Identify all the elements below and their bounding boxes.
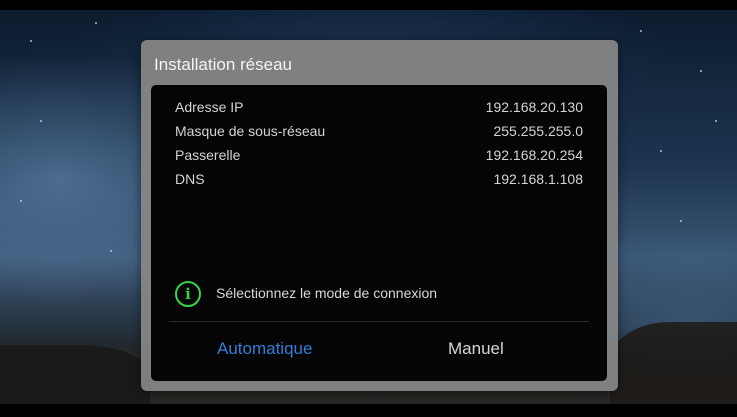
network-info-panel: Adresse IP 192.168.20.130 Masque de sous… [151, 85, 607, 381]
manual-button[interactable]: Manuel [448, 339, 504, 367]
screen: Installation réseau Adresse IP 192.168.2… [0, 0, 737, 417]
subnet-mask-value: 255.255.255.0 [493, 123, 583, 139]
hint-text: Sélectionnez le mode de connexion [216, 285, 438, 301]
dialog-title: Installation réseau [154, 55, 292, 74]
divider [169, 321, 589, 322]
letterbox-bottom [0, 404, 737, 417]
dns-label: DNS [175, 171, 205, 187]
automatic-button[interactable]: Automatique [217, 339, 312, 367]
subnet-mask-label: Masque de sous-réseau [175, 123, 326, 139]
gateway-row: Passerelle 192.168.20.254 [175, 147, 583, 169]
connection-mode-hint: i Sélectionnez le mode de connexion [175, 281, 595, 309]
background-rock-right [610, 322, 737, 404]
ip-address-row: Adresse IP 192.168.20.130 [175, 99, 583, 121]
ip-address-value: 192.168.20.130 [485, 99, 583, 115]
gateway-value: 192.168.20.254 [485, 147, 583, 163]
dns-value: 192.168.1.108 [493, 171, 583, 187]
subnet-mask-row: Masque de sous-réseau 255.255.255.0 [175, 123, 583, 145]
ip-address-label: Adresse IP [175, 99, 244, 115]
letterbox-top [0, 0, 737, 10]
info-icon: i [175, 281, 201, 307]
dns-row: DNS 192.168.1.108 [175, 171, 583, 193]
network-setup-dialog: Installation réseau Adresse IP 192.168.2… [141, 40, 618, 391]
gateway-label: Passerelle [175, 147, 241, 163]
background-rock-left [0, 345, 150, 404]
